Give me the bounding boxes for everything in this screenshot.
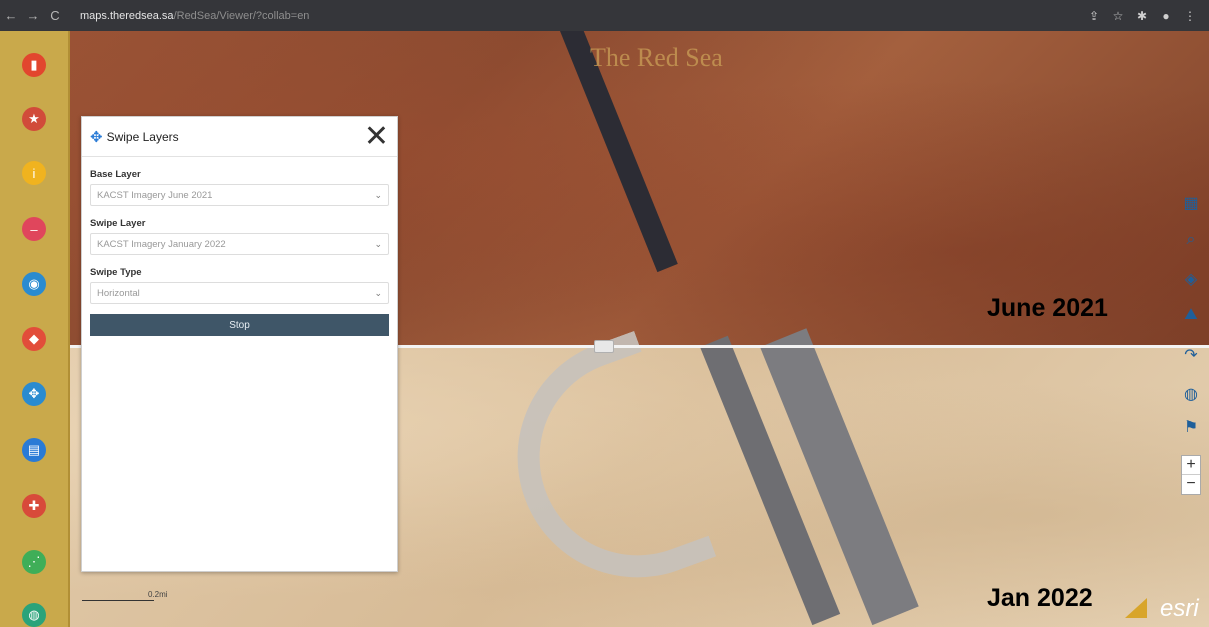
base-layer-value: KACST Imagery June 2021 bbox=[97, 189, 213, 201]
swipe-icon: ✥ bbox=[90, 128, 103, 146]
menu-icon[interactable]: ⋮ bbox=[1183, 9, 1197, 23]
url-domain: maps.theredsea.sa bbox=[80, 9, 174, 22]
browser-bar: ← → C maps.theredsea.sa/RedSea/Viewer/?c… bbox=[0, 0, 1209, 31]
zoom-in-button[interactable]: + bbox=[1182, 456, 1200, 475]
panel-header: ✥ Swipe Layers ✕ bbox=[82, 117, 397, 157]
bookmark-tool-icon[interactable]: ▮ bbox=[22, 53, 46, 77]
base-layer-label: Base Layer bbox=[90, 169, 141, 180]
redo-icon[interactable]: ↷ bbox=[1180, 344, 1202, 366]
zoom-control: + − bbox=[1181, 455, 1201, 495]
tool-sidebar: ▮ ★ i – ◉ ◆ ✥ ▤ ✚ ⋰ ◍ bbox=[0, 31, 70, 627]
share-icon[interactable]: ⇪ bbox=[1087, 9, 1101, 23]
profile-icon[interactable]: ● bbox=[1159, 9, 1173, 23]
swipe-tool-icon[interactable]: ✥ bbox=[22, 382, 46, 406]
label-june-2021: June 2021 bbox=[987, 294, 1108, 322]
scale-label: 0.2mi bbox=[148, 590, 168, 599]
chevron-down-icon: ⌄ bbox=[374, 189, 382, 200]
back-icon[interactable]: ← bbox=[0, 8, 22, 23]
zoom-out-button[interactable]: − bbox=[1182, 475, 1200, 494]
label-jan-2022: Jan 2022 bbox=[987, 584, 1093, 612]
url-path: /RedSea/Viewer/?collab=en bbox=[173, 9, 310, 22]
scale-bar bbox=[82, 600, 154, 601]
chevron-down-icon: ⌄ bbox=[374, 287, 382, 298]
globe-icon[interactable]: ◍ bbox=[1180, 383, 1202, 405]
basemap-tool-icon[interactable]: ◍ bbox=[22, 603, 46, 627]
print-tool-icon[interactable]: ▤ bbox=[22, 438, 46, 462]
compass-icon[interactable]: ◈ bbox=[1180, 268, 1202, 290]
panel-title: Swipe Layers bbox=[106, 129, 179, 144]
extension-icon[interactable]: ✱ bbox=[1135, 9, 1149, 23]
forward-icon[interactable]: → bbox=[22, 8, 44, 23]
swipe-layer-value: KACST Imagery January 2022 bbox=[97, 238, 226, 250]
swipe-layer-select[interactable]: KACST Imagery January 2022 ⌄ bbox=[90, 233, 389, 255]
query-tool-icon[interactable]: ✚ bbox=[22, 494, 46, 518]
layers-remove-tool-icon[interactable]: – bbox=[22, 217, 46, 241]
info-tool-icon[interactable]: i bbox=[22, 161, 46, 185]
swipe-type-value: Horizontal bbox=[97, 287, 140, 299]
stop-button[interactable]: Stop bbox=[90, 314, 389, 336]
swipe-handle[interactable] bbox=[594, 340, 614, 353]
esri-logo: esri bbox=[1160, 595, 1199, 622]
terrain-icon[interactable]: ⛰ bbox=[1180, 304, 1202, 326]
map-watermark: The Red Sea bbox=[590, 43, 723, 72]
layer-list-tool-icon[interactable]: ◆ bbox=[22, 327, 46, 351]
swipe-layers-panel: ✥ Swipe Layers ✕ Base Layer KACST Imager… bbox=[81, 116, 398, 572]
legend-tool-icon[interactable]: ★ bbox=[22, 107, 46, 131]
flag-icon[interactable]: ⚑ bbox=[1180, 416, 1202, 438]
chevron-down-icon: ⌄ bbox=[374, 238, 382, 249]
search-icon[interactable]: ⌕ bbox=[1180, 229, 1202, 251]
close-button[interactable]: ✕ bbox=[364, 121, 389, 152]
grid-icon[interactable]: ▦ bbox=[1180, 192, 1202, 214]
base-layer-select[interactable]: KACST Imagery June 2021 ⌄ bbox=[90, 184, 389, 206]
identify-tool-icon[interactable]: ◉ bbox=[22, 272, 46, 296]
share-tool-icon[interactable]: ⋰ bbox=[22, 550, 46, 574]
address-bar[interactable]: maps.theredsea.sa/RedSea/Viewer/?collab=… bbox=[80, 10, 309, 22]
reload-icon[interactable]: C bbox=[44, 8, 66, 23]
swipe-type-label: Swipe Type bbox=[90, 267, 142, 278]
swipe-layer-label: Swipe Layer bbox=[90, 218, 146, 229]
star-icon[interactable]: ☆ bbox=[1111, 9, 1125, 23]
swipe-type-select[interactable]: Horizontal ⌄ bbox=[90, 282, 389, 304]
measure-icon[interactable] bbox=[1125, 598, 1147, 618]
